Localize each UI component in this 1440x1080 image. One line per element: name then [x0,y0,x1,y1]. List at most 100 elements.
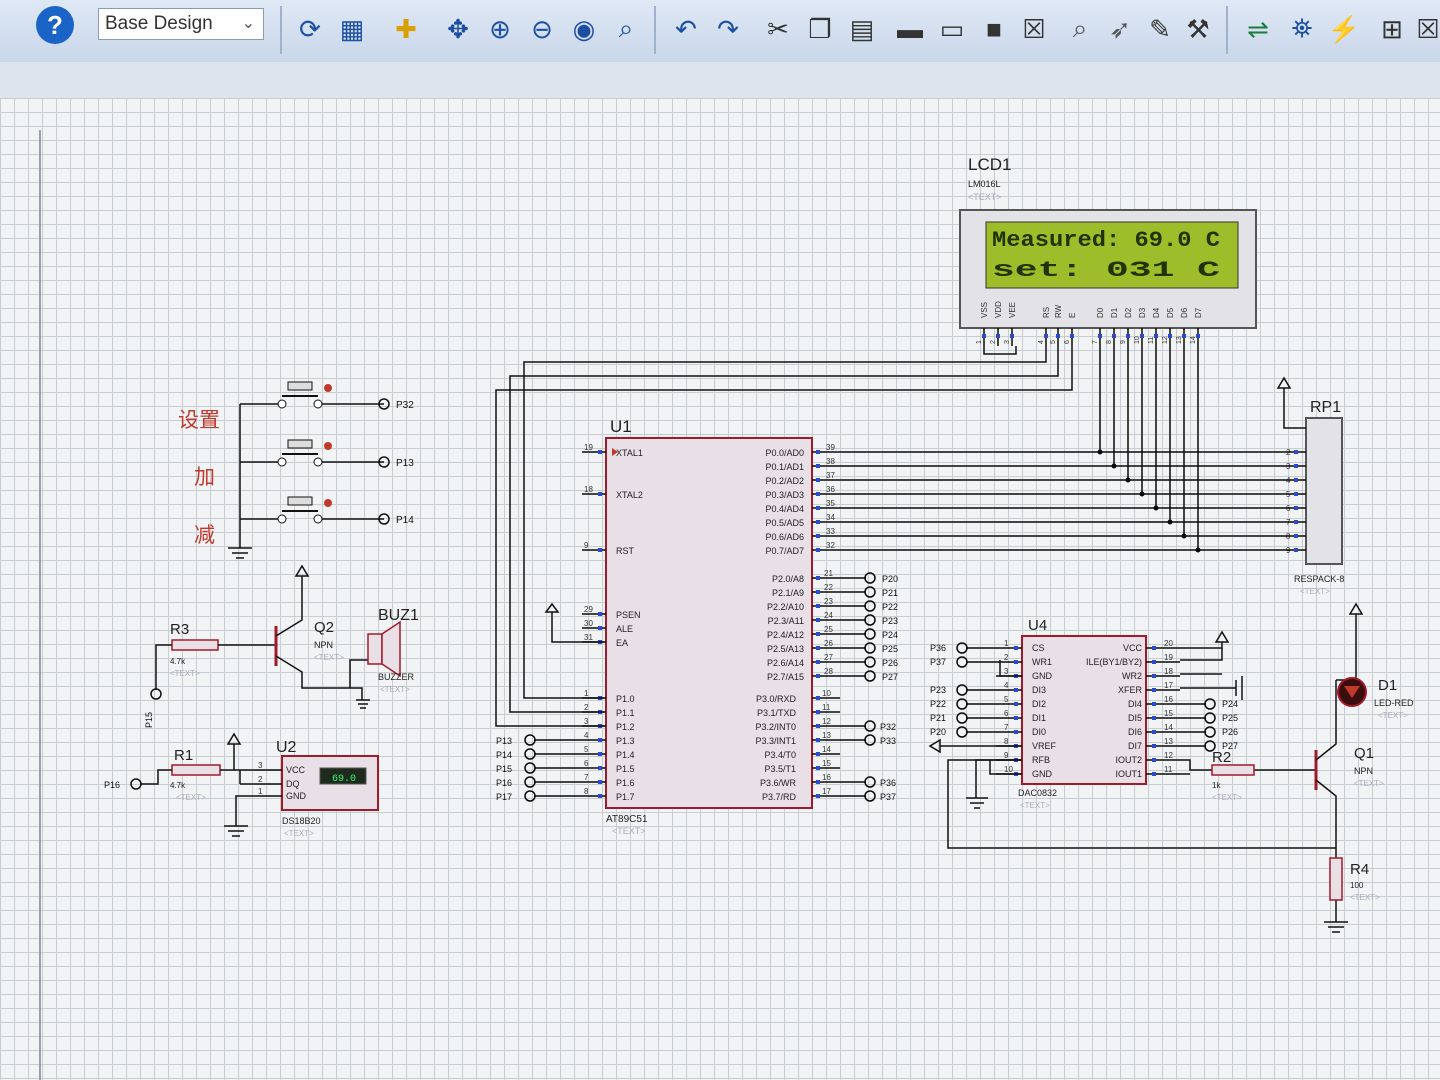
buzzer-symbol[interactable] [367,620,401,678]
remove-sheet-icon[interactable]: ☒ [1410,8,1440,50]
dac-pin-name: DI4 [1128,699,1142,709]
terminal-P24[interactable] [864,628,876,640]
pin-marker [816,492,820,496]
packaging-icon[interactable]: ✎ [1142,8,1178,50]
mcu-pin-number: 7 [584,773,589,782]
lcd-component[interactable]: Measured: 69.0 C set: 031 C [959,209,1257,329]
u2-pin-number: 2 [258,775,263,784]
terminal-P25[interactable] [1204,712,1216,724]
pin-marker [598,548,602,552]
mcu-pin-name: P2.5/A13 [767,644,804,654]
refresh-icon[interactable]: ⟳ [292,8,328,50]
terminal-P16[interactable] [130,778,142,790]
dac-pin-number: 7 [1004,723,1009,732]
dac-ref: U4 [1028,617,1047,634]
dac-pin-number: 1 [1004,639,1009,648]
terminal-P17[interactable] [524,790,536,802]
terminal-P27[interactable] [864,670,876,682]
pin-marker [598,626,602,630]
decompose-icon[interactable]: ⚒ [1180,8,1216,50]
terminal-P37[interactable] [864,790,876,802]
terminal-P15[interactable] [150,688,162,700]
terminal-P33[interactable] [864,734,876,746]
terminal-P13[interactable] [524,734,536,746]
r3-resistor[interactable] [171,639,219,651]
r4-resistor[interactable] [1329,857,1343,901]
terminal-P36[interactable] [864,776,876,788]
pin-marker [598,492,602,496]
undo-icon[interactable]: ↶ [668,8,704,50]
pick-icon[interactable]: ⌕ [1062,8,1098,50]
design-selector[interactable]: Base Design ⌄ [98,8,264,40]
pin-marker [1014,646,1018,650]
power-arrow-icon [294,564,310,577]
terminal-P20[interactable] [864,572,876,584]
terminal-label: P14 [496,750,512,760]
rp1-part: RESPACK-8 [1294,574,1344,584]
dac-pin-name: DI6 [1128,727,1142,737]
terminal-label: P37 [880,792,896,802]
mcu-pin-name: P2.4/A12 [767,630,804,640]
junction-dot [1167,519,1173,525]
copy-icon[interactable]: ❐ [802,8,838,50]
search-icon[interactable]: ⛯ [1284,8,1320,50]
terminal-P32[interactable] [864,720,876,732]
schematic-canvas[interactable]: 设置 加 减 P32 P13 P14 LCD1 LM016L <TEXT> Me… [0,98,1440,1080]
terminal-P22[interactable] [864,600,876,612]
mcu-pin-name: P2.6/A14 [767,658,804,668]
redo-icon[interactable]: ↷ [710,8,746,50]
r2-resistor[interactable] [1211,764,1255,776]
terminal-P36[interactable] [956,642,968,654]
rp1-body[interactable] [1305,417,1343,565]
terminal-P23[interactable] [956,684,968,696]
mcu-pin-number: 11 [822,703,831,712]
help-button[interactable]: ? [36,6,74,44]
block-copy-icon[interactable]: ▬ [892,8,928,50]
terminal-P14[interactable] [524,748,536,760]
schematic-drawing[interactable]: 设置 加 减 P32 P13 P14 LCD1 LM016L <TEXT> Me… [0,98,1440,1080]
dac-pin-name: GND [1032,769,1053,779]
pin-marker [1152,758,1156,762]
terminal-label: P22 [882,602,898,612]
terminal-label: P20 [930,727,946,737]
r1-resistor[interactable] [171,764,221,776]
terminal-P25[interactable] [864,642,876,654]
terminal-label: P15 [496,764,512,774]
terminal-P26[interactable] [1204,726,1216,738]
terminal-P22[interactable] [956,698,968,710]
block-move-icon[interactable]: ▭ [934,8,970,50]
pin-marker [982,334,986,338]
terminal-P21[interactable] [864,586,876,598]
terminal-P24[interactable] [1204,698,1216,710]
property-assignment-icon[interactable]: ⚡ [1326,8,1362,50]
buz1-text-tag: <TEXT> [380,685,410,694]
terminal-P23[interactable] [864,614,876,626]
pin-marker [598,752,602,756]
block-delete-icon[interactable]: ☒ [1016,8,1052,50]
lcd-pin-name: D4 [1152,307,1161,318]
mcu-pin-number: 32 [826,541,835,550]
block-rotate-icon[interactable]: ■ [976,8,1012,50]
paste-icon[interactable]: ▤ [844,8,880,50]
pin-marker [1294,478,1298,482]
terminal-P20[interactable] [956,726,968,738]
terminal-P21[interactable] [956,712,968,724]
terminal-P15[interactable] [524,762,536,774]
lcd-pin-name: RW [1054,304,1063,318]
cut-icon[interactable]: ✂ [760,8,796,50]
wire-autorouter-icon[interactable]: ⇌ [1240,8,1276,50]
zoom-area-icon[interactable]: ⌕ [608,8,644,50]
power-arrow-icon [544,602,560,613]
terminal-P16[interactable] [524,776,536,788]
decrease-button-label: 减 [194,524,215,547]
terminal-P37[interactable] [956,656,968,668]
zoom-all-icon[interactable]: ◉ [566,8,602,50]
zoom-out-icon[interactable]: ⊖ [524,8,560,50]
grid-icon[interactable]: ▦ [334,8,370,50]
zoom-in-icon[interactable]: ⊕ [482,8,518,50]
pan-icon[interactable]: ✥ [440,8,476,50]
new-sheet-icon[interactable]: ⊞ [1374,8,1410,50]
origin-icon[interactable]: ✚ [388,8,424,50]
make-device-icon[interactable]: ➶ [1102,8,1138,50]
terminal-P26[interactable] [864,656,876,668]
